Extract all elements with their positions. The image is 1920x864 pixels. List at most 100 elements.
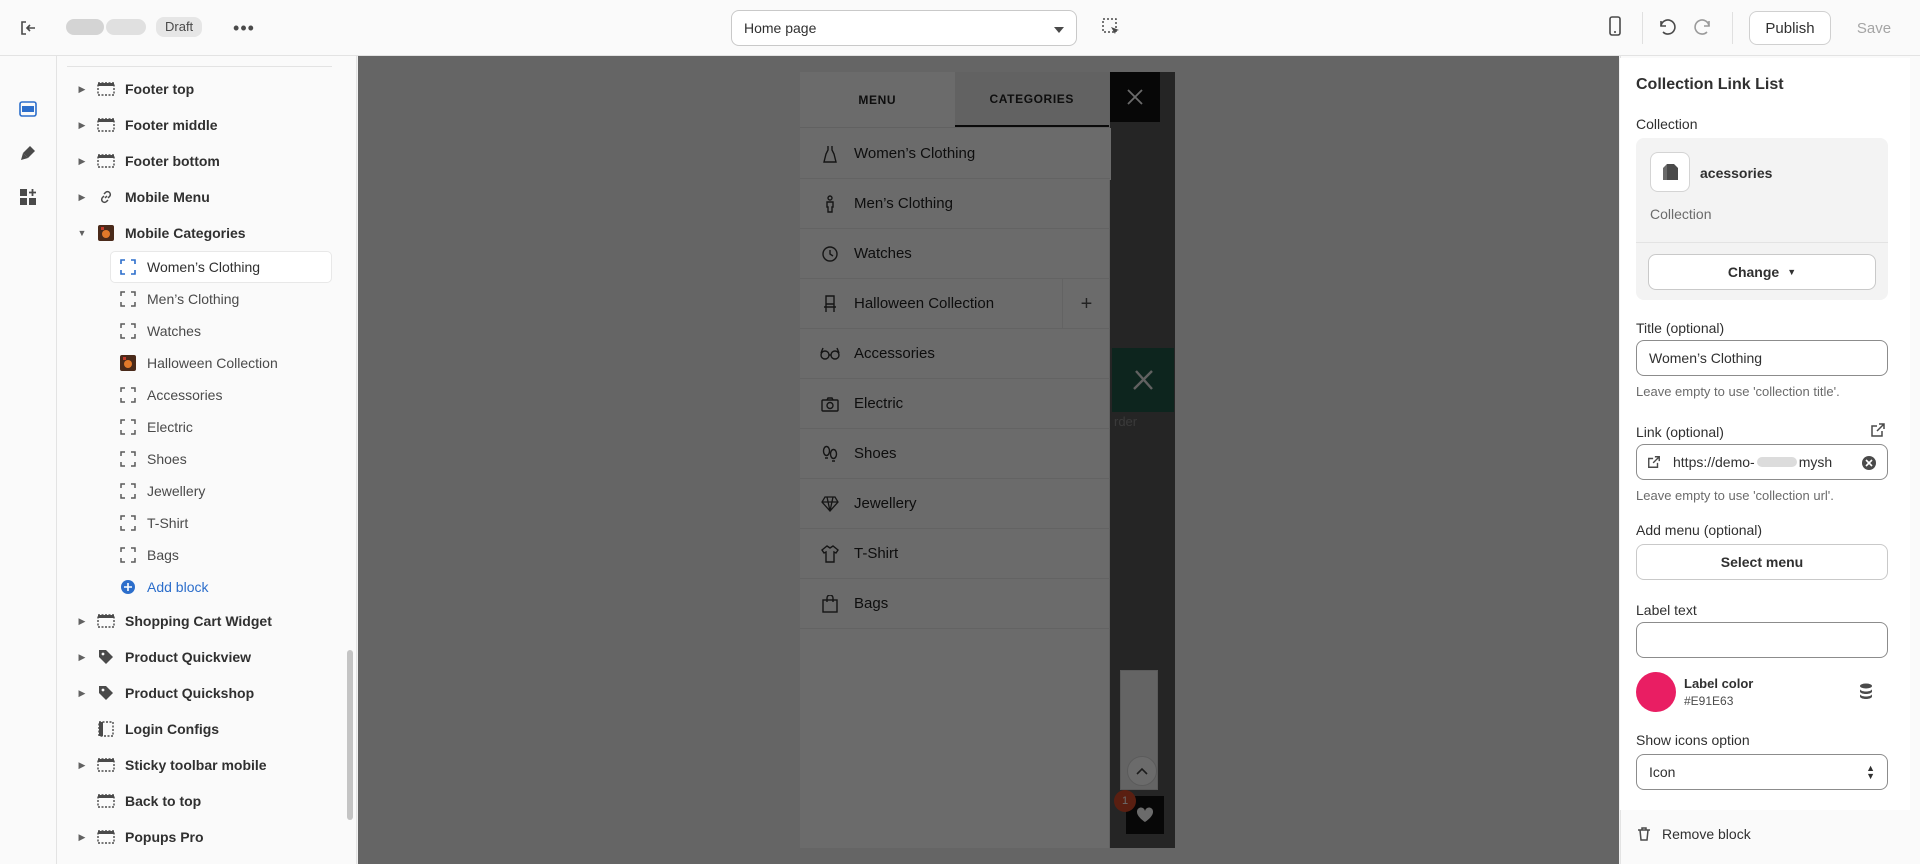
external-link-icon[interactable] <box>1870 422 1886 441</box>
category-shoes[interactable]: Shoes <box>800 429 1110 479</box>
label-color-swatch[interactable] <box>1636 672 1676 712</box>
category-electric[interactable]: Electric <box>800 379 1110 429</box>
close-icon[interactable] <box>1110 72 1160 122</box>
label-color-hex: #E91E63 <box>1684 694 1734 708</box>
link-icon <box>97 188 115 206</box>
section-login-configs[interactable]: Login Configs <box>57 714 337 744</box>
undo-icon[interactable] <box>1656 15 1682 41</box>
tab-categories[interactable]: CATEGORIES <box>954 72 1109 127</box>
caret-right-icon[interactable]: ▶ <box>71 192 93 203</box>
tab-menu[interactable]: MENU <box>800 72 955 127</box>
collection-tag-icon <box>1650 152 1690 192</box>
caret-right-icon[interactable]: ▶ <box>71 688 93 699</box>
block-womens-clothing[interactable]: Women’s Clothing <box>111 252 331 282</box>
camera-icon <box>820 394 840 414</box>
halloween-image-icon <box>97 224 115 242</box>
collection-type: Collection <box>1650 206 1712 222</box>
block-shoes[interactable]: Shoes <box>111 444 331 474</box>
link-input[interactable]: https://demo- mysh <box>1636 444 1888 480</box>
tools-icon <box>1112 348 1174 412</box>
section-mobile-categories[interactable]: ▼ Mobile Categories <box>57 218 337 248</box>
category-t-shirt[interactable]: T-Shirt <box>800 529 1110 579</box>
status-badge: Draft <box>156 17 203 37</box>
apps-icon[interactable] <box>15 184 41 210</box>
section-product-quickshop[interactable]: ▶ Product Quickshop <box>57 678 337 708</box>
block-t-shirt[interactable]: T-Shirt <box>111 508 331 538</box>
caret-right-icon[interactable]: ▶ <box>71 156 93 167</box>
remove-block-button[interactable]: Remove block <box>1636 826 1751 842</box>
section-footer-middle[interactable]: ▶ Footer middle <box>57 110 337 140</box>
save-button[interactable]: Save <box>1847 11 1901 45</box>
select-menu-button[interactable]: Select menu <box>1636 544 1888 580</box>
section-icon <box>97 612 115 630</box>
caret-down-icon[interactable]: ▼ <box>71 228 93 238</box>
cart-count-badge: 1 <box>1114 790 1136 812</box>
category-womens-clothing[interactable]: Women’s Clothing <box>800 129 1110 179</box>
expand-plus-icon[interactable]: + <box>1062 279 1110 329</box>
mobile-preview-icon[interactable] <box>1604 15 1630 41</box>
caret-right-icon[interactable]: ▶ <box>71 616 93 627</box>
category-halloween-collection[interactable]: Halloween Collection + <box>800 279 1110 329</box>
section-back-to-top[interactable]: Back to top <box>57 786 337 816</box>
block-mens-clothing[interactable]: Men’s Clothing <box>111 284 331 314</box>
section-icon <box>97 116 115 134</box>
divider <box>1642 12 1643 44</box>
left-rail <box>0 56 57 864</box>
category-mens-clothing[interactable]: Men’s Clothing <box>800 179 1110 229</box>
category-jewellery[interactable]: Jewellery <box>800 479 1110 529</box>
section-sticky-toolbar-mobile[interactable]: ▶ Sticky toolbar mobile <box>57 750 337 780</box>
block-accessories[interactable]: Accessories <box>111 380 331 410</box>
chair-icon <box>820 294 840 314</box>
tag-icon <box>97 684 115 702</box>
section-icon <box>97 756 115 774</box>
label-text-input[interactable] <box>1636 622 1888 658</box>
caret-right-icon[interactable]: ▶ <box>71 652 93 663</box>
section-mobile-menu[interactable]: ▶ Mobile Menu <box>57 182 337 212</box>
block-electric[interactable]: Electric <box>111 412 331 442</box>
block-icon <box>119 482 137 500</box>
block-jewellery[interactable]: Jewellery <box>111 476 331 506</box>
block-icon <box>119 514 137 532</box>
block-icon <box>119 450 137 468</box>
section-footer-bottom[interactable]: ▶ Footer bottom <box>57 146 337 176</box>
more-actions-button[interactable]: ••• <box>230 14 258 42</box>
category-bags[interactable]: Bags <box>800 579 1110 629</box>
block-icon <box>119 386 137 404</box>
section-footer-top[interactable]: ▶ Footer top <box>57 74 337 104</box>
sidebar-scrollbar[interactable] <box>347 650 353 820</box>
sections-icon[interactable] <box>15 96 41 122</box>
dress-icon <box>820 144 840 164</box>
theme-settings-icon[interactable] <box>15 140 41 166</box>
caret-right-icon[interactable]: ▶ <box>71 120 93 131</box>
block-watches[interactable]: Watches <box>111 316 331 346</box>
section-product-quickview[interactable]: ▶ Product Quickview <box>57 642 337 672</box>
blurred-url-part <box>1756 457 1797 467</box>
caret-right-icon[interactable]: ▶ <box>71 760 93 771</box>
caret-right-icon[interactable]: ▶ <box>71 832 93 843</box>
section-popups-pro[interactable]: ▶ Popups Pro <box>57 822 337 852</box>
block-bags[interactable]: Bags <box>111 540 331 570</box>
exit-icon[interactable] <box>14 16 42 40</box>
database-icon[interactable] <box>1856 682 1880 706</box>
title-label: Title (optional) <box>1636 320 1725 336</box>
chevron-up-icon[interactable] <box>1127 756 1157 786</box>
section-icon <box>97 152 115 170</box>
block-icon <box>119 322 137 340</box>
add-block-button[interactable]: Add block <box>111 572 331 602</box>
clear-icon[interactable] <box>1861 455 1877 471</box>
caret-right-icon[interactable]: ▶ <box>71 84 93 95</box>
section-shopping-cart-widget[interactable]: ▶ Shopping Cart Widget <box>57 606 337 636</box>
title-input[interactable]: Women’s Clothing <box>1636 340 1888 376</box>
block-icon <box>119 546 137 564</box>
category-watches[interactable]: Watches <box>800 229 1110 279</box>
inspector-icon[interactable] <box>1100 16 1124 40</box>
template-select[interactable]: Home page <box>731 10 1077 46</box>
publish-button[interactable]: Publish <box>1749 11 1831 45</box>
category-accessories[interactable]: Accessories <box>800 329 1110 379</box>
block-halloween-collection[interactable]: Halloween Collection <box>111 348 331 378</box>
show-icons-select[interactable]: Icon ▲ ▼ <box>1636 754 1888 790</box>
divider <box>1636 242 1888 243</box>
redo-icon[interactable] <box>1692 15 1718 41</box>
collection-picker: acessories Collection Change ▼ <box>1636 138 1888 300</box>
change-collection-button[interactable]: Change ▼ <box>1648 254 1876 290</box>
